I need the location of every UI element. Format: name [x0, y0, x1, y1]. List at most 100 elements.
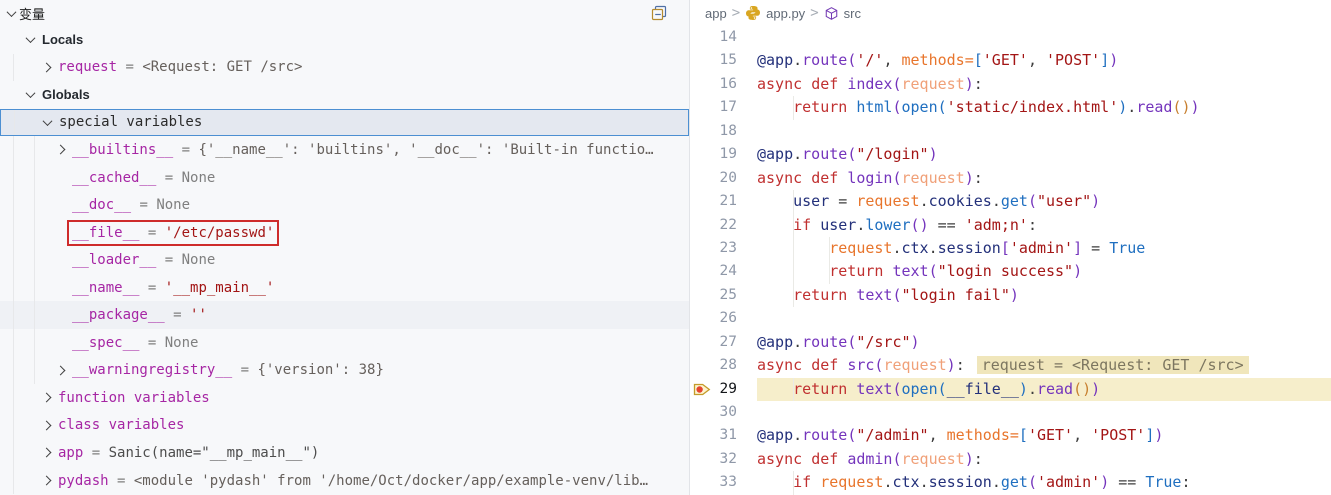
- line-number[interactable]: 17: [690, 96, 757, 119]
- line-number[interactable]: 20: [690, 167, 757, 190]
- token: [847, 380, 856, 398]
- token: request: [856, 192, 919, 210]
- line-number[interactable]: 25: [690, 284, 757, 307]
- chevron-down-icon[interactable]: [7, 7, 17, 17]
- code-line-20[interactable]: 20async def login(request):: [690, 167, 1331, 190]
- code-line-19[interactable]: 19@app.route("/login"): [690, 143, 1331, 166]
- code-line-21[interactable]: 21 user = request.cookies.get("user"): [690, 190, 1331, 213]
- indent-guide: [793, 378, 794, 401]
- code-line-31[interactable]: 31@app.route("/admin", methods=['GET', '…: [690, 424, 1331, 447]
- code-line-30[interactable]: 30: [690, 401, 1331, 424]
- chevron-down-icon[interactable]: [39, 114, 55, 130]
- tree-row-spec[interactable]: __spec__ = None: [0, 329, 689, 357]
- breadcrumb-item-src[interactable]: src: [824, 6, 861, 21]
- tree-row-warningregistry[interactable]: __warningregistry__ = {'version': 38}: [0, 357, 689, 385]
- token: ): [1073, 262, 1082, 280]
- line-number[interactable]: 32: [690, 448, 757, 471]
- tree-row-loader[interactable]: __loader__ = None: [0, 246, 689, 274]
- token: text: [856, 380, 892, 398]
- chevron-right-icon[interactable]: [38, 59, 54, 75]
- tree-row-cached[interactable]: __cached__ = None: [0, 164, 689, 192]
- line-number[interactable]: 31: [690, 424, 757, 447]
- variable-entry: __doc__ = None: [72, 197, 190, 213]
- line-number[interactable]: 23: [690, 237, 757, 260]
- token: ,: [929, 426, 947, 444]
- tree-row-pydash[interactable]: pydash = <module 'pydash' from '/home/Oc…: [0, 467, 689, 495]
- tree-row-class-variables[interactable]: class variables: [0, 412, 689, 440]
- code-text: [757, 401, 1331, 424]
- tree-row-request[interactable]: request = <Request: GET /src>: [0, 54, 689, 82]
- line-number[interactable]: 19: [690, 143, 757, 166]
- line-number[interactable]: 21: [690, 190, 757, 213]
- section-locals[interactable]: Locals: [0, 26, 689, 54]
- tree-row-doc[interactable]: __doc__ = None: [0, 191, 689, 219]
- token: (: [892, 98, 901, 116]
- code-line-32[interactable]: 32async def admin(request):: [690, 448, 1331, 471]
- chevron-down-icon[interactable]: [22, 87, 38, 103]
- tree-row-package[interactable]: __package__ = '': [0, 301, 689, 329]
- code-line-28[interactable]: 28async def src(request):request = <Requ…: [690, 354, 1331, 377]
- code-line-24[interactable]: 24 return text("login success"): [690, 260, 1331, 283]
- token: ): [920, 216, 929, 234]
- token: ): [1191, 98, 1200, 116]
- code-line-16[interactable]: 16async def index(request):: [690, 73, 1331, 96]
- token: =: [1082, 239, 1109, 257]
- indent-guide: [793, 190, 794, 213]
- chevron-right-icon[interactable]: [38, 417, 54, 433]
- line-number[interactable]: 26: [690, 307, 757, 330]
- indent-guide: [13, 329, 14, 357]
- token: admin: [847, 450, 892, 468]
- token: request: [902, 450, 965, 468]
- code-line-23[interactable]: 23 request.ctx.session['admin'] = True: [690, 237, 1331, 260]
- code-line-15[interactable]: 15@app.route('/', methods=['GET', 'POST'…: [690, 49, 1331, 72]
- code-line-29[interactable]: 29 return text(open(__file__).read()): [690, 378, 1331, 401]
- token: [757, 380, 793, 398]
- tree-row-app[interactable]: app = Sanic(name="__mp_main__"): [0, 439, 689, 467]
- token: get: [1001, 473, 1028, 491]
- token: open: [902, 380, 938, 398]
- line-number[interactable]: 29: [690, 378, 757, 401]
- line-number[interactable]: 27: [690, 331, 757, 354]
- line-number[interactable]: 22: [690, 214, 757, 237]
- chevron-right-icon[interactable]: [38, 390, 54, 406]
- chevron-right-icon[interactable]: [38, 445, 54, 461]
- section-globals[interactable]: Globals: [0, 81, 689, 109]
- code-line-27[interactable]: 27@app.route("/src"): [690, 331, 1331, 354]
- line-number[interactable]: 18: [690, 120, 757, 143]
- chevron-right-icon[interactable]: [38, 473, 54, 489]
- variable-name: request: [58, 59, 117, 75]
- line-number[interactable]: 16: [690, 73, 757, 96]
- breadcrumb-item-app-py[interactable]: app.py: [745, 5, 805, 21]
- code-line-22[interactable]: 22 if user.lower() == 'adm;n':: [690, 214, 1331, 237]
- collapse-all-icon[interactable]: [651, 5, 667, 21]
- code-line-18[interactable]: 18: [690, 120, 1331, 143]
- variable-name: app: [58, 445, 83, 461]
- breadcrumb-item-app[interactable]: app: [705, 6, 727, 21]
- code-line-25[interactable]: 25 return text("login fail"): [690, 284, 1331, 307]
- tree-row-special-variables[interactable]: special variables: [0, 109, 689, 137]
- token: session: [929, 473, 992, 491]
- token: (: [1028, 192, 1037, 210]
- indent-guide: [793, 96, 794, 119]
- token: [802, 450, 811, 468]
- tree-row-name[interactable]: __name__ = '__mp_main__': [0, 274, 689, 302]
- tree-row-file[interactable]: __file__ = '/etc/passwd': [0, 219, 689, 247]
- chevron-right-icon[interactable]: [52, 142, 68, 158]
- code-line-33[interactable]: 33 if request.ctx.session.get('admin') =…: [690, 471, 1331, 494]
- indent-guide: [13, 274, 14, 302]
- tree-row-builtins[interactable]: __builtins__ = {'__name__': 'builtins', …: [0, 136, 689, 164]
- line-number[interactable]: 30: [690, 401, 757, 424]
- line-number[interactable]: 33: [690, 471, 757, 494]
- line-number[interactable]: 14: [690, 26, 757, 49]
- chevron-down-icon[interactable]: [22, 32, 38, 48]
- code-line-14[interactable]: 14: [690, 26, 1331, 49]
- tree-row-function-variables[interactable]: function variables: [0, 384, 689, 412]
- line-number[interactable]: 15: [690, 49, 757, 72]
- chevron-spacer: [52, 252, 68, 268]
- chevron-right-icon[interactable]: [52, 362, 68, 378]
- code-line-17[interactable]: 17 return html(open('static/index.html')…: [690, 96, 1331, 119]
- line-number[interactable]: 24: [690, 260, 757, 283]
- line-number[interactable]: 28: [690, 354, 757, 377]
- variable-entry: __package__ = '': [72, 307, 207, 323]
- code-line-26[interactable]: 26: [690, 307, 1331, 330]
